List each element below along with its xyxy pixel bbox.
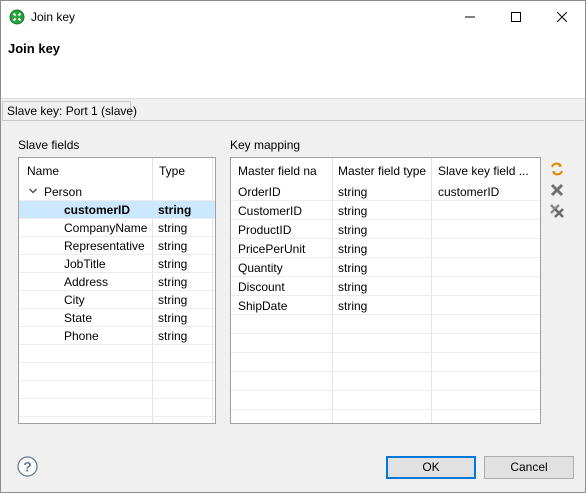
field-name: CompanyName — [64, 221, 148, 235]
master-field-type: string — [338, 261, 368, 275]
auto-map-icon[interactable] — [549, 161, 565, 177]
table-row[interactable]: CustomerID string — [231, 202, 540, 220]
table-row[interactable]: Address string — [19, 273, 215, 291]
window-title: Join key — [31, 10, 76, 24]
key-mapping-table[interactable]: Master field na Master field type Slave … — [230, 157, 541, 424]
join-key-dialog: Join key Join key Slave key: Port 1 (sla… — [0, 0, 586, 493]
table-row[interactable]: PricePerUnit string — [231, 240, 540, 258]
field-name: Address — [64, 275, 109, 289]
table-row[interactable]: CompanyName string — [19, 219, 215, 237]
key-mapping-header: Master field na Master field type Slave … — [231, 158, 540, 183]
column-header-name[interactable]: Name — [27, 164, 59, 178]
empty-row — [231, 335, 540, 353]
master-field-type: string — [338, 185, 368, 199]
field-name: customerID — [64, 203, 131, 217]
master-field-name: OrderID — [238, 185, 281, 199]
field-type: string — [158, 275, 188, 289]
master-field-name: ProductID — [238, 223, 292, 237]
table-row[interactable]: customerID string — [19, 201, 215, 219]
field-name: City — [64, 293, 85, 307]
master-field-name: ShipDate — [238, 299, 288, 313]
delete-icon[interactable] — [549, 182, 565, 198]
slave-key-field[interactable]: customerID — [438, 185, 499, 199]
master-field-name: Quantity — [238, 261, 283, 275]
master-field-type: string — [338, 299, 368, 313]
empty-row — [231, 316, 540, 334]
table-row[interactable]: JobTitle string — [19, 255, 215, 273]
delete-all-icon[interactable] — [549, 203, 565, 219]
master-field-name: Discount — [238, 280, 285, 294]
slave-fields-table[interactable]: Name Type Person customerID string Compa… — [18, 157, 216, 424]
master-field-type: string — [338, 280, 368, 294]
field-type: string — [158, 221, 188, 235]
field-type: string — [158, 293, 188, 307]
help-icon[interactable]: ? — [17, 456, 38, 477]
table-row[interactable]: State string — [19, 309, 215, 327]
maximize-button[interactable] — [493, 1, 539, 32]
column-header-master-field-name[interactable]: Master field na — [238, 164, 317, 178]
field-name: Phone — [64, 329, 99, 343]
field-type: string — [158, 329, 188, 343]
key-mapping-label: Key mapping — [230, 138, 301, 152]
empty-row — [231, 373, 540, 391]
master-field-name: CustomerID — [238, 204, 303, 218]
field-name: State — [64, 311, 93, 325]
empty-row — [231, 354, 540, 372]
master-field-type: string — [338, 204, 368, 218]
empty-row — [19, 399, 215, 417]
minimize-button[interactable] — [447, 1, 493, 32]
empty-row — [19, 345, 215, 363]
maximize-icon — [511, 11, 521, 22]
table-row[interactable]: Representative string — [19, 237, 215, 255]
table-row[interactable]: ProductID string — [231, 221, 540, 239]
field-name: JobTitle — [64, 257, 106, 271]
field-type: string — [158, 257, 188, 271]
field-type: string — [158, 239, 188, 253]
table-row[interactable]: OrderID string customerID — [231, 183, 540, 201]
master-field-type: string — [338, 242, 368, 256]
field-name: Representative — [64, 239, 145, 253]
title-bar[interactable]: Join key — [1, 1, 585, 33]
minimize-icon — [465, 16, 475, 17]
app-icon — [9, 9, 25, 25]
empty-row — [231, 392, 540, 410]
cancel-button[interactable]: Cancel — [484, 456, 574, 479]
dialog-title: Join key — [8, 41, 61, 56]
chevron-down-icon[interactable] — [28, 186, 38, 196]
tree-group-row[interactable]: Person — [19, 183, 215, 201]
slave-fields-header: Name Type — [19, 158, 215, 183]
master-field-type: string — [338, 223, 368, 237]
table-row[interactable]: City string — [19, 291, 215, 309]
table-row[interactable]: Quantity string — [231, 259, 540, 277]
close-button[interactable] — [539, 1, 585, 32]
tree-group-label: Person — [44, 185, 83, 199]
column-header-master-field-type[interactable]: Master field type — [338, 164, 426, 178]
column-header-type[interactable]: Type — [159, 164, 185, 178]
slave-fields-label: Slave fields — [18, 138, 80, 152]
svg-text:?: ? — [23, 459, 32, 475]
empty-row — [19, 363, 215, 381]
empty-row — [19, 381, 215, 399]
ok-button[interactable]: OK — [386, 456, 476, 479]
dialog-header: Join key — [1, 33, 585, 99]
field-type: string — [158, 203, 192, 217]
master-field-name: PricePerUnit — [238, 242, 306, 256]
column-header-slave-key-field[interactable]: Slave key field ... — [438, 164, 529, 178]
table-row[interactable]: ShipDate string — [231, 297, 540, 315]
field-type: string — [158, 311, 188, 325]
close-icon — [557, 11, 567, 22]
table-row[interactable]: Phone string — [19, 327, 215, 345]
table-row[interactable]: Discount string — [231, 278, 540, 296]
tab-slave-key-port-1[interactable]: Slave key: Port 1 (slave) — [2, 101, 137, 121]
